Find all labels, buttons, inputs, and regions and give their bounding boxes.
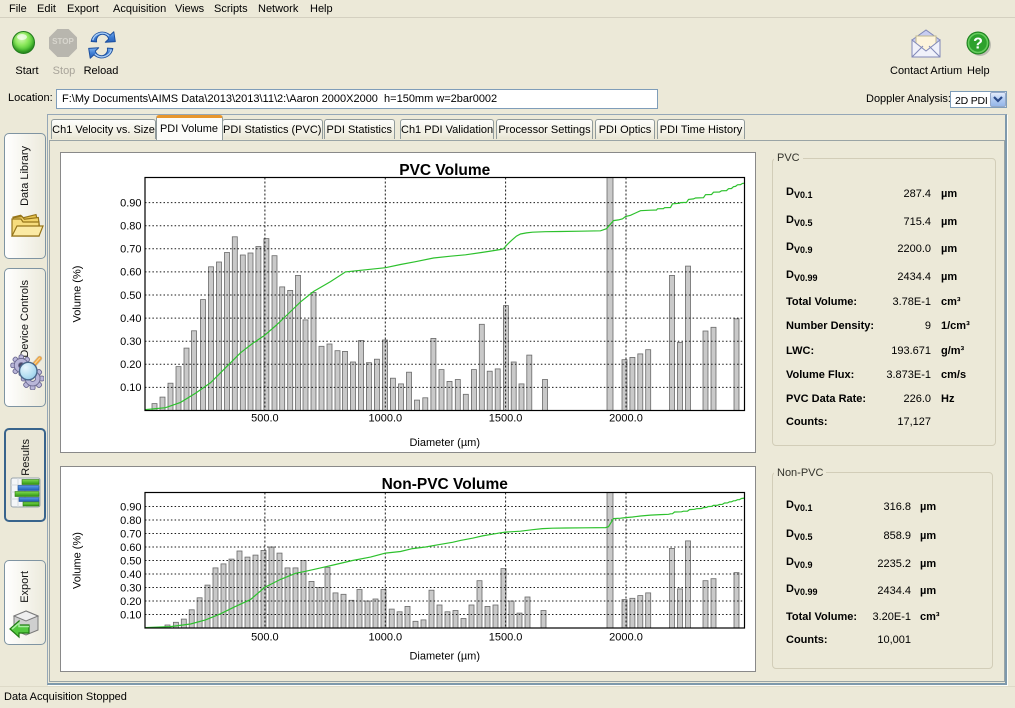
svg-text:2000.0: 2000.0 — [609, 631, 643, 643]
svg-text:1500.0: 1500.0 — [488, 413, 522, 425]
svg-text:PVC Volume: PVC Volume — [399, 162, 490, 179]
svg-text:0.90: 0.90 — [120, 197, 141, 209]
svg-text:0.90: 0.90 — [120, 501, 141, 513]
svg-text:Non-PVC Volume: Non-PVC Volume — [381, 476, 508, 493]
svg-text:1500.0: 1500.0 — [488, 631, 522, 643]
svg-text:0.80: 0.80 — [120, 221, 141, 233]
svg-text:0.40: 0.40 — [120, 568, 141, 580]
svg-text:500.0: 500.0 — [251, 413, 279, 425]
svg-text:1000.0: 1000.0 — [368, 631, 402, 643]
svg-text:0.30: 0.30 — [120, 582, 141, 594]
svg-text:0.80: 0.80 — [120, 514, 141, 526]
svg-text:2000.0: 2000.0 — [609, 413, 643, 425]
svg-text:0.10: 0.10 — [120, 382, 141, 394]
svg-text:0.20: 0.20 — [120, 595, 141, 607]
svg-text:0.60: 0.60 — [120, 267, 141, 279]
svg-text:Diameter (µm): Diameter (µm) — [409, 650, 480, 662]
svg-text:Volume (%): Volume (%) — [71, 266, 83, 323]
svg-text:0.10: 0.10 — [120, 609, 141, 621]
svg-text:500.0: 500.0 — [251, 631, 279, 643]
svg-text:0.70: 0.70 — [120, 244, 141, 256]
svg-text:0.70: 0.70 — [120, 528, 141, 540]
svg-text:Diameter (µm): Diameter (µm) — [409, 437, 480, 449]
svg-text:0.60: 0.60 — [120, 541, 141, 553]
svg-text:0.40: 0.40 — [120, 313, 141, 325]
svg-text:0.50: 0.50 — [120, 290, 141, 302]
svg-text:0.50: 0.50 — [120, 555, 141, 567]
svg-text:1000.0: 1000.0 — [368, 413, 402, 425]
svg-text:0.30: 0.30 — [120, 336, 141, 348]
svg-text:0.20: 0.20 — [120, 359, 141, 371]
svg-text:Volume (%): Volume (%) — [71, 532, 83, 589]
svg-text:?: ? — [973, 36, 983, 53]
